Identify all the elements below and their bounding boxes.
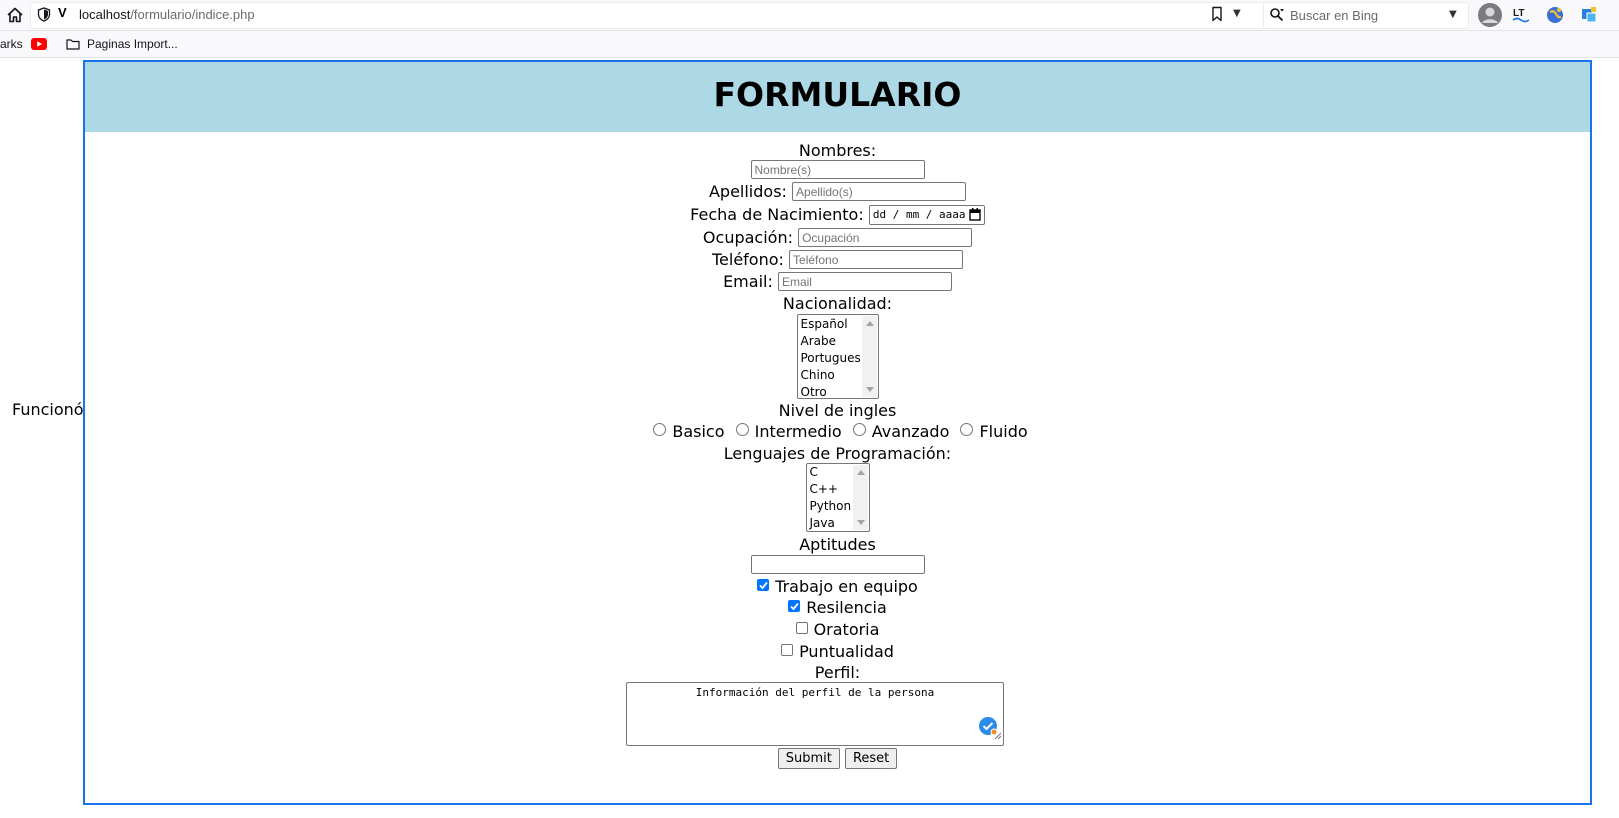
url-bar[interactable]: V localhost/formulario/indice.php ▼ (30, 2, 1265, 29)
nacionalidad-listbox[interactable]: Español Arabe Portugues Chino Otro (796, 314, 879, 399)
checkbox-row: Resilencia (85, 597, 1590, 617)
checkbox-trabajo-equipo[interactable] (757, 578, 770, 591)
fecha-placeholder: dd / mm / aaaa (872, 207, 966, 221)
checkbox-trabajo-equipo-label: Trabajo en equipo (775, 577, 918, 596)
scroll-down-icon[interactable] (865, 387, 874, 392)
telefono-row: Teléfono: Teléfono (85, 249, 1590, 269)
search-bar[interactable]: Buscar en Bing ▼ (1263, 2, 1469, 29)
lenguajes-select-row: C C++ Python Java (85, 463, 1590, 532)
form-container: FORMULARIO Nombres: Nombre(s) Apellidos:… (83, 60, 1592, 805)
aptitudes-input-row (85, 554, 1590, 574)
translate-extension-icon[interactable] (1576, 2, 1602, 28)
calendar-icon[interactable] (969, 207, 981, 225)
ocupacion-label: Ocupación: (702, 228, 793, 247)
url-text[interactable]: localhost/formulario/indice.php (79, 7, 255, 22)
checkbox-oratoria[interactable] (795, 621, 808, 634)
checkbox-row: Puntualidad (85, 641, 1590, 661)
resize-handle[interactable] (994, 725, 1002, 744)
nombres-input[interactable]: Nombre(s) (750, 160, 925, 179)
lenguajes-label-row: Lenguajes de Programación: (85, 443, 1590, 463)
perfil-label-row: Perfil: (85, 662, 1590, 682)
email-label: Email: (723, 272, 773, 291)
bookmark-item-partial[interactable]: arks (0, 37, 23, 51)
url-path: /formulario/indice.php (130, 7, 255, 22)
aptitudes-input[interactable] (750, 555, 925, 574)
radio-avanzado-label: Avanzado (871, 422, 950, 441)
bookmark-icon[interactable] (1211, 6, 1223, 26)
apellidos-row: Apellidos: Apellido(s) (85, 181, 1590, 201)
ingles-radio-row: Basico Intermedio Avanzado Fluido (85, 421, 1590, 441)
lenguajes-listbox[interactable]: C C++ Python Java (805, 463, 870, 532)
ingles-label: Nivel de ingles (778, 401, 897, 420)
checkbox-oratoria-label: Oratoria (813, 620, 880, 639)
home-icon[interactable] (4, 4, 26, 26)
perfil-textarea[interactable]: Información del perfil de la persona (626, 682, 1004, 746)
radio-basico-label: Basico (672, 422, 725, 441)
scroll-up-icon[interactable] (865, 321, 874, 326)
search-placeholder: Buscar en Bing (1290, 8, 1379, 23)
perfil-text: Información del perfil de la persona (695, 686, 935, 699)
ocupacion-input[interactable]: Ocupación (798, 228, 973, 247)
fecha-row: Fecha de Nacimiento: dd / mm / aaaa (85, 204, 1590, 225)
nacionalidad-select-row: Español Arabe Portugues Chino Otro (85, 314, 1590, 399)
bookmarks-toolbar: arks Paginas Import... (0, 31, 1619, 58)
checkbox-resilencia[interactable] (788, 599, 801, 612)
scrollbar[interactable] (852, 465, 868, 530)
account-icon[interactable] (1477, 2, 1503, 28)
apellidos-label: Apellidos: (708, 182, 787, 201)
lenguajes-label: Lenguajes de Programación: (723, 444, 952, 463)
radio-avanzado[interactable] (852, 423, 866, 436)
page-title: FORMULARIO (713, 75, 962, 114)
nombres-label: Nombres: (798, 141, 877, 160)
shield-icon[interactable] (37, 7, 51, 26)
search-icon (1269, 7, 1285, 27)
globe-extension-icon[interactable] (1542, 2, 1568, 28)
chevron-down-icon[interactable]: ▼ (1449, 9, 1457, 20)
scrollbar[interactable] (861, 316, 877, 397)
submit-button[interactable]: Submit (777, 748, 840, 769)
folder-icon[interactable] (66, 38, 80, 53)
email-input[interactable]: Email (777, 272, 952, 291)
radio-basico[interactable] (653, 423, 667, 436)
aptitudes-label: Aptitudes (799, 535, 876, 554)
radio-intermedio-label: Intermedio (754, 422, 842, 441)
aptitudes-label-row: Aptitudes (85, 534, 1590, 554)
ingles-label-row: Nivel de ingles (85, 400, 1590, 420)
perfil-label: Perfil: (814, 663, 861, 682)
checkbox-puntualidad[interactable] (781, 643, 794, 656)
nacionalidad-label-row: Nacionalidad: (85, 293, 1590, 313)
scroll-down-icon[interactable] (856, 520, 865, 525)
youtube-icon[interactable] (31, 38, 47, 53)
checkbox-puntualidad-label: Puntualidad (799, 642, 894, 661)
bookmark-folder-label[interactable]: Paginas Import... (87, 37, 178, 51)
browser-toolbar: V localhost/formulario/indice.php ▼ Busc… (0, 0, 1619, 31)
nombres-input-row: Nombre(s) (85, 159, 1590, 179)
status-text: Funcionó (12, 400, 84, 419)
chevron-down-icon[interactable]: ▼ (1233, 8, 1241, 19)
fecha-nacimiento-input[interactable]: dd / mm / aaaa (868, 204, 985, 225)
checkbox-row: Oratoria (85, 619, 1590, 639)
scroll-up-icon[interactable] (856, 470, 865, 475)
radio-fluido[interactable] (960, 423, 974, 436)
reset-button[interactable]: Reset (844, 748, 898, 769)
nombres-label-row: Nombres: (85, 140, 1590, 160)
checkbox-row: Trabajo en equipo (85, 576, 1590, 596)
svg-text:LT: LT (1513, 8, 1524, 19)
ocupacion-row: Ocupación: Ocupación (85, 227, 1590, 247)
site-identity-mark[interactable]: V (58, 5, 67, 20)
url-host: localhost (79, 7, 131, 22)
telefono-label: Teléfono: (711, 250, 784, 269)
email-row: Email: Email (85, 271, 1590, 291)
languagetool-icon[interactable]: LT (1508, 2, 1534, 28)
radio-intermedio[interactable] (735, 423, 749, 436)
form-header: FORMULARIO (85, 62, 1590, 132)
fecha-label: Fecha de Nacimiento: (690, 205, 864, 224)
nacionalidad-label: Nacionalidad: (782, 294, 893, 313)
buttons-row: Submit Reset (85, 748, 1590, 769)
checkbox-resilencia-label: Resilencia (806, 598, 887, 617)
telefono-input[interactable]: Teléfono (789, 250, 964, 269)
apellidos-input[interactable]: Apellido(s) (792, 182, 967, 201)
radio-fluido-label: Fluido (979, 422, 1028, 441)
